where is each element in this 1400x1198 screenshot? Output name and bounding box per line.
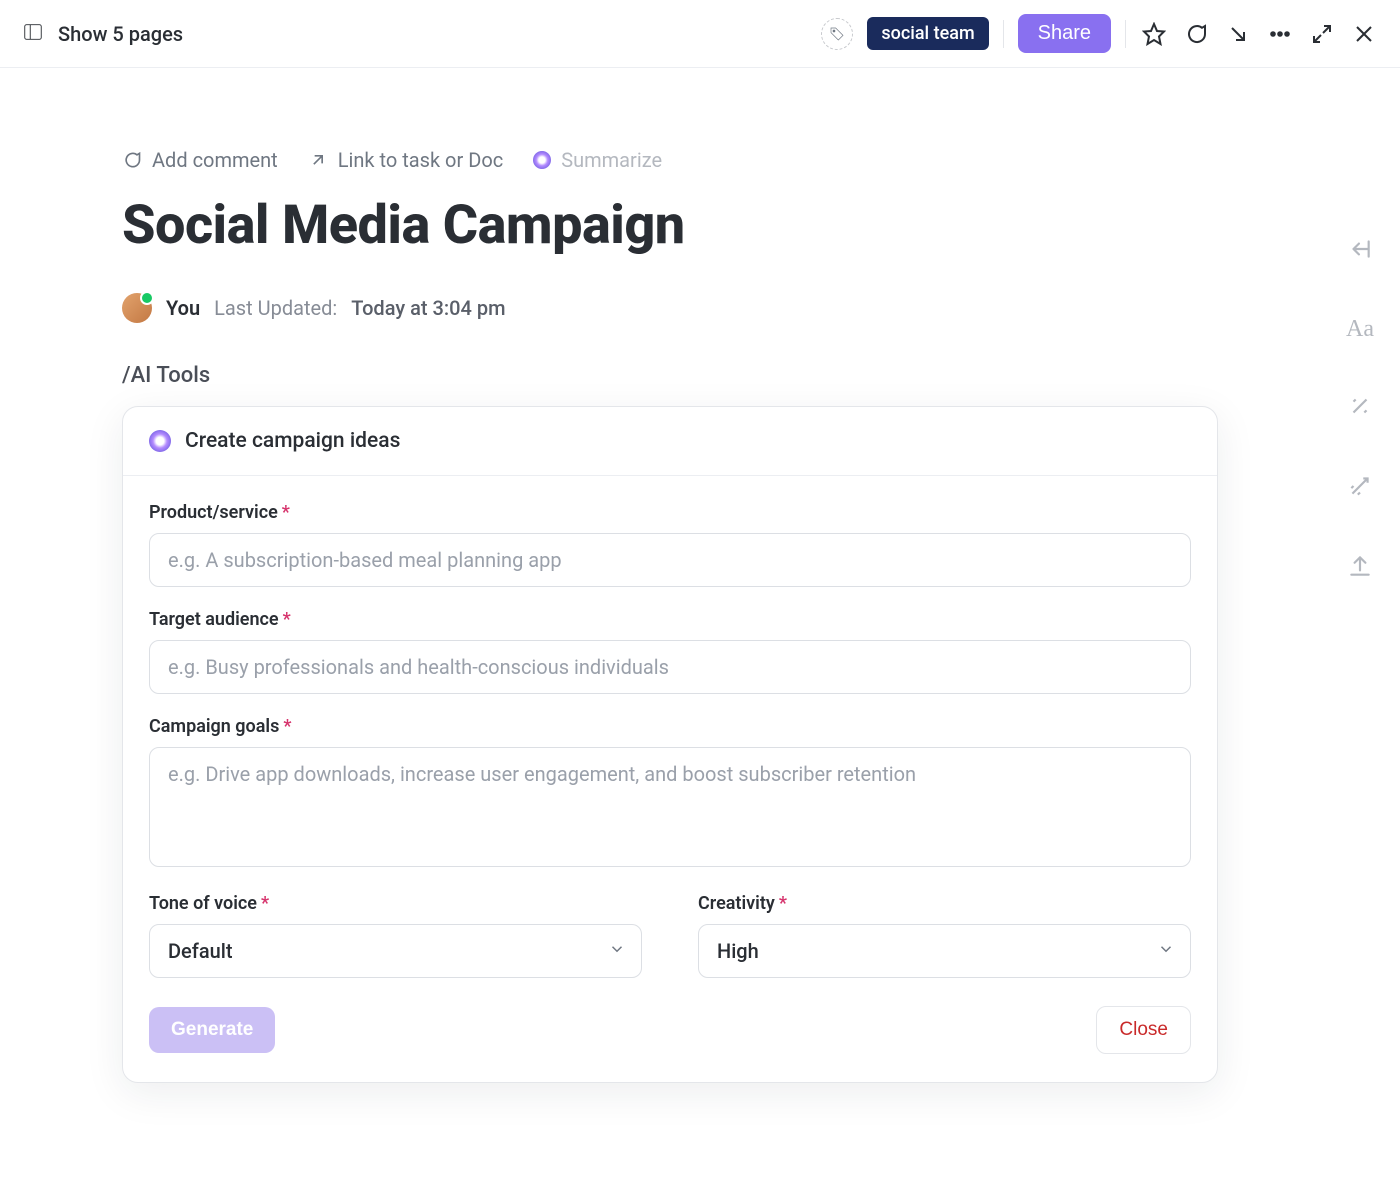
favorite-icon[interactable] — [1140, 20, 1168, 48]
generate-button[interactable]: Generate — [149, 1007, 275, 1053]
audience-label: Target audience* — [149, 609, 1191, 630]
magic-icon[interactable] — [1347, 473, 1373, 503]
goals-input[interactable] — [149, 747, 1191, 867]
required-marker: * — [283, 609, 291, 630]
creativity-field: Creativity* High — [698, 893, 1191, 978]
author-name: You — [166, 296, 200, 320]
share-button[interactable]: Share — [1018, 14, 1111, 53]
panel-header: Create campaign ideas — [123, 407, 1217, 476]
product-input[interactable] — [149, 533, 1191, 587]
tone-select-wrap: Default — [149, 924, 642, 978]
required-marker: * — [282, 502, 290, 523]
tag-icon[interactable] — [821, 18, 853, 50]
goals-field: Campaign goals* — [149, 716, 1191, 871]
audience-input[interactable] — [149, 640, 1191, 694]
ai-wand-icon[interactable] — [1347, 393, 1373, 423]
comment-icon[interactable] — [1182, 20, 1210, 48]
creativity-label: Creativity* — [698, 893, 1191, 914]
page-title[interactable]: Social Media Campaign — [122, 194, 1140, 257]
tone-label: Tone of voice* — [149, 893, 642, 914]
tone-field: Tone of voice* Default — [149, 893, 642, 978]
audience-field: Target audience* — [149, 609, 1191, 694]
indent-icon[interactable] — [1347, 236, 1373, 266]
summarize-action[interactable]: Summarize — [533, 148, 662, 172]
close-icon[interactable] — [1350, 20, 1378, 48]
avatar[interactable] — [122, 293, 152, 323]
document-content: Add comment Link to task or Doc Summariz… — [0, 68, 1140, 1083]
tone-select[interactable]: Default — [149, 924, 642, 978]
panel-body: Product/service* Target audience* Campai… — [123, 476, 1217, 1082]
download-icon[interactable] — [1224, 20, 1252, 48]
link-task-label: Link to task or Doc — [338, 148, 503, 172]
required-marker: * — [261, 893, 269, 914]
ai-icon — [149, 430, 171, 452]
topbar-right: social team Share — [821, 14, 1378, 53]
summarize-label: Summarize — [561, 148, 662, 172]
typography-icon[interactable]: Aa — [1346, 316, 1374, 343]
updated-label: Last Updated: — [214, 296, 337, 320]
ai-tool-panel: Create campaign ideas Product/service* T… — [122, 406, 1218, 1083]
topbar: Show 5 pages social team Share — [0, 0, 1400, 68]
topbar-left: Show 5 pages — [22, 21, 183, 47]
doc-meta: You Last Updated: Today at 3:04 pm — [122, 293, 1140, 323]
updated-value: Today at 3:04 pm — [351, 296, 505, 320]
team-badge[interactable]: social team — [867, 17, 988, 50]
panel-footer: Generate Close — [149, 1006, 1191, 1054]
select-row: Tone of voice* Default Creativity* — [149, 893, 1191, 978]
upload-icon[interactable] — [1347, 553, 1373, 583]
goals-label: Campaign goals* — [149, 716, 1191, 737]
slash-command-text[interactable]: /AI Tools — [122, 363, 1140, 388]
show-pages-button[interactable]: Show 5 pages — [58, 22, 183, 46]
add-comment-label: Add comment — [152, 148, 278, 172]
product-label: Product/service* — [149, 502, 1191, 523]
product-field: Product/service* — [149, 502, 1191, 587]
link-task-action[interactable]: Link to task or Doc — [308, 148, 503, 172]
ai-icon — [533, 151, 551, 169]
more-icon[interactable] — [1266, 20, 1294, 48]
divider — [1125, 20, 1126, 48]
divider — [1003, 20, 1004, 48]
panel-title: Create campaign ideas — [185, 429, 400, 453]
expand-icon[interactable] — [1308, 20, 1336, 48]
required-marker: * — [283, 716, 291, 737]
creativity-select-wrap: High — [698, 924, 1191, 978]
required-marker: * — [779, 893, 787, 914]
sidebar-toggle-icon[interactable] — [22, 21, 44, 47]
doc-action-row: Add comment Link to task or Doc Summariz… — [122, 148, 1140, 172]
close-button[interactable]: Close — [1096, 1006, 1191, 1054]
side-toolbar: Aa — [1346, 236, 1374, 583]
creativity-select[interactable]: High — [698, 924, 1191, 978]
add-comment-action[interactable]: Add comment — [122, 148, 278, 172]
